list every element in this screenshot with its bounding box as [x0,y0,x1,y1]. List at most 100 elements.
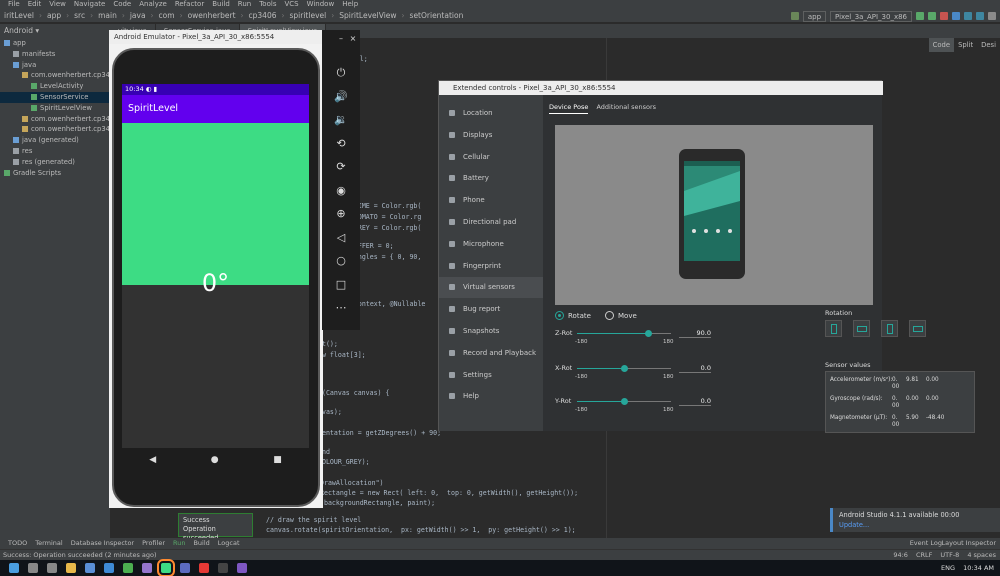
menu-help[interactable]: Help [342,0,358,8]
browser-icon[interactable] [104,563,114,573]
tool-profiler[interactable]: Profiler [142,539,165,547]
search-icon[interactable] [988,12,996,20]
menu-window[interactable]: Window [307,0,335,8]
power-icon[interactable]: ⏻ [322,66,360,80]
tree-item[interactable]: java [0,60,110,71]
breadcrumb-item[interactable]: src [70,9,89,23]
volume-down-icon[interactable]: 🔉 [322,113,360,126]
chrome-icon[interactable] [123,563,133,573]
breadcrumb-item[interactable]: com [155,9,179,23]
tree-item[interactable]: res [0,146,110,157]
tool-database-inspector[interactable]: Database Inspector [71,539,134,547]
nav-item-record-and-playback[interactable]: Record and Playback [439,343,543,364]
rotation-slider-z-rot[interactable] [577,330,671,337]
more-icon[interactable]: ⋯ [322,301,360,314]
file-explorer-icon[interactable] [66,563,76,573]
layout-inspector-button[interactable]: Layout Inspector [942,538,996,549]
view-mode-split[interactable]: Split [954,38,977,52]
sdk-manager-icon[interactable] [976,12,984,20]
slider-value-field[interactable]: 90.0 [679,329,711,338]
view-mode-code[interactable]: Code [928,38,955,52]
app-icon[interactable] [142,563,152,573]
update-notification[interactable]: Android Studio 4.1.1 available 00:00 Upd… [830,508,1000,532]
breadcrumb-item[interactable]: main [94,9,121,23]
menu-analyze[interactable]: Analyze [139,0,167,8]
menu-tools[interactable]: Tools [259,0,276,8]
tool-logcat[interactable]: Logcat [218,539,240,547]
device-pose-viewport[interactable] [555,125,873,305]
emulator-icon[interactable] [180,563,190,573]
zoom-icon[interactable]: ⊕ [322,207,360,220]
language-indicator[interactable]: ENG [941,564,955,572]
tool-build[interactable]: Build [193,539,209,547]
slider-thumb[interactable] [644,330,652,337]
status-indicator[interactable]: UTF-8 [940,551,959,559]
rotate-reverse-landscape-button[interactable] [909,320,926,337]
slider-thumb[interactable] [621,365,628,372]
nav-item-directional-pad[interactable]: Directional pad [439,212,543,233]
run-icon[interactable] [916,12,924,20]
camera-icon[interactable]: ◉ [322,184,360,197]
event-log-button[interactable]: Event Log [910,538,942,549]
rotate-radio[interactable]: Rotate [555,311,591,321]
debug-icon[interactable] [928,12,936,20]
menu-vcs[interactable]: VCS [284,0,298,8]
terminal-icon[interactable] [218,563,228,573]
breadcrumb-item[interactable]: spiritlevel [286,9,331,23]
slider-value-field[interactable]: 0.0 [679,397,711,406]
menu-run[interactable]: Run [238,0,251,8]
rotation-slider-x-rot[interactable] [577,365,671,372]
device-select[interactable]: Pixel_3a_API_30_x86 [830,10,912,22]
menu-file[interactable]: File [8,0,20,8]
nav-back-icon[interactable]: ◀ [149,455,156,465]
chrome-icon[interactable] [199,563,209,573]
menu-code[interactable]: Code [113,0,131,8]
breadcrumb-item[interactable]: java [126,9,150,23]
nav-overview-icon[interactable]: ■ [273,455,282,465]
menu-edit[interactable]: Edit [28,0,42,8]
menu-navigate[interactable]: Navigate [74,0,105,8]
windows-start-icon[interactable] [9,563,19,573]
rotate-reverse-portrait-button[interactable] [881,320,898,337]
store-icon[interactable] [85,563,95,573]
tool-terminal[interactable]: Terminal [35,539,62,547]
search-icon[interactable] [28,563,38,573]
project-view-selector[interactable]: Android ▾ [0,24,110,38]
avd-manager-icon[interactable] [964,12,972,20]
hammer-icon[interactable] [790,12,799,20]
back-icon[interactable]: ◁ [322,231,360,244]
nav-item-location[interactable]: Location [439,103,543,124]
tree-item[interactable]: manifests [0,49,110,60]
nav-item-cellular[interactable]: Cellular [439,147,543,168]
tree-item[interactable]: SensorService [0,91,110,103]
status-indicator[interactable]: 94:6 [893,551,908,559]
task-view-icon[interactable] [47,563,57,573]
status-indicator[interactable]: CRLF [916,551,932,559]
app-icon[interactable] [237,563,247,573]
nav-item-virtual-sensors[interactable]: Virtual sensors [439,277,543,299]
clock[interactable]: 10:34 AM [963,564,994,572]
view-mode-desi[interactable]: Desi [977,38,1000,52]
menu-refactor[interactable]: Refactor [175,0,204,8]
rotate-right-icon[interactable]: ⟳ [322,160,360,173]
tree-item[interactable]: Gradle Scripts [0,168,110,179]
update-link[interactable]: Update... [839,520,994,530]
tree-item[interactable]: com.owenherbert.cp340 [0,124,110,135]
device-screen[interactable]: 10:34 ◐ ▮ SpiritLevel 0° [122,84,309,448]
status-indicator[interactable]: 4 spaces [967,551,996,559]
breadcrumb-item[interactable]: setOrientation [406,9,468,23]
tree-item[interactable]: java (generated) [0,135,110,146]
breadcrumb-item[interactable]: owenherbert [184,9,240,23]
tree-item[interactable]: SpiritLevelView [0,103,110,114]
tree-item[interactable]: LevelActivity [0,81,110,92]
nav-item-phone[interactable]: Phone [439,190,543,211]
tree-item[interactable]: app [0,38,110,49]
nav-item-help[interactable]: Help [439,386,543,407]
slider-value-field[interactable]: 0.0 [679,364,711,373]
rotation-slider-y-rot[interactable] [577,398,671,405]
overview-icon[interactable]: □ [322,278,360,291]
rotate-portrait-button[interactable] [825,320,842,337]
nav-home-icon[interactable]: ● [211,455,219,465]
nav-item-settings[interactable]: Settings [439,365,543,386]
run-config-select[interactable]: app [802,10,827,22]
